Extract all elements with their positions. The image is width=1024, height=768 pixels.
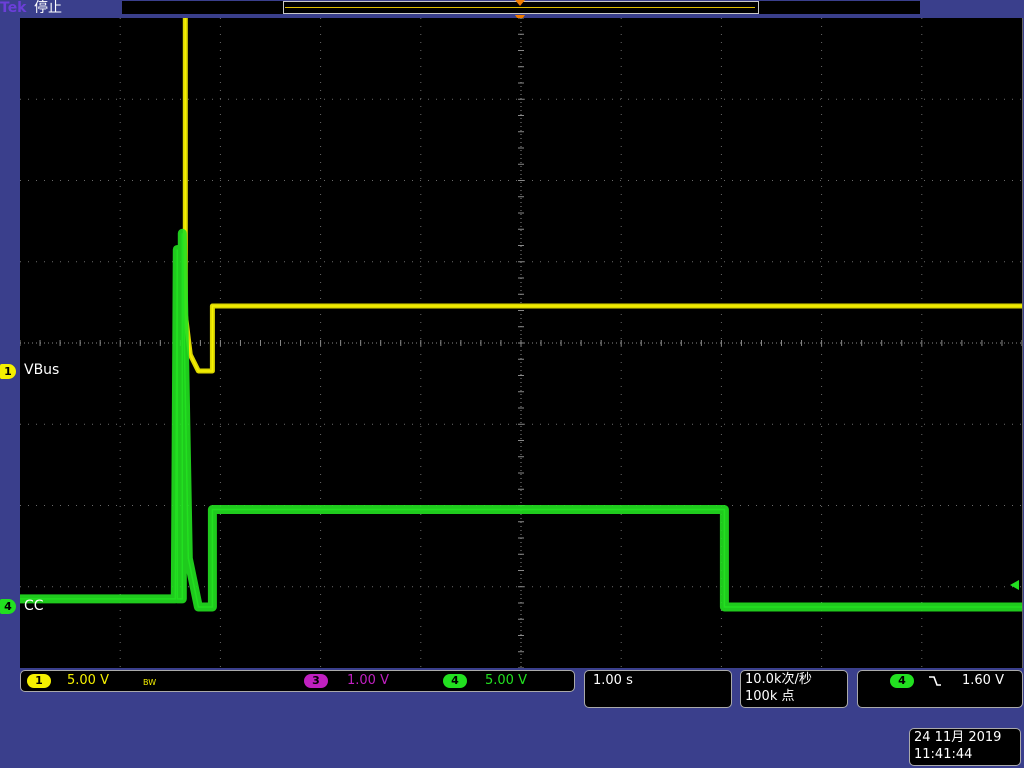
ch4-trace-label: CC (24, 598, 44, 614)
ch3-scale[interactable]: 1.00 V (347, 673, 389, 689)
graticule (20, 18, 1022, 668)
trigger-level[interactable]: 1.60 V (962, 673, 1004, 689)
ch4-ground-marker[interactable]: 4 (0, 599, 16, 614)
sample-rate: 10.0k次/秒 (745, 672, 812, 687)
trigger-source-indicator[interactable]: 4 (890, 674, 914, 688)
trigger-level-icon[interactable] (1010, 580, 1019, 590)
acquisition-state: 停止 (34, 0, 62, 16)
ch1-bandwidth-limit-badge: BW (143, 678, 157, 687)
ch4-indicator[interactable]: 4 (443, 674, 467, 688)
ch4-scale[interactable]: 5.00 V (485, 673, 527, 689)
brand-logo: Tek (0, 0, 27, 16)
ch1-trace-label: VBus (24, 362, 60, 378)
waveform-display[interactable] (20, 18, 1023, 668)
record-waveform-preview (285, 7, 755, 8)
vertical-settings-panel[interactable]: 1 5.00 V BW 3 1.00 V 4 5.00 V (20, 670, 575, 692)
status-bar: Tek 停止 (0, 0, 1024, 22)
timebase-panel[interactable]: 1.00 s (584, 670, 732, 708)
ch1-indicator[interactable]: 1 (27, 674, 51, 688)
record-length: 100k 点 (745, 689, 795, 704)
date-text: 24 11月 2019 (914, 730, 1002, 745)
ch3-indicator[interactable]: 3 (304, 674, 328, 688)
horizontal-scale[interactable]: 1.00 s (593, 673, 633, 689)
falling-edge-icon (929, 676, 941, 686)
time-text: 11:41:44 (914, 747, 973, 762)
ch1-scale[interactable]: 5.00 V (67, 673, 109, 689)
datetime-panel: 24 11月 2019 11:41:44 (909, 728, 1021, 766)
trigger-position-top-icon (515, 0, 525, 6)
trigger-panel[interactable]: 4 1.60 V (857, 670, 1023, 708)
ch1-ground-marker[interactable]: 1 (0, 364, 16, 379)
acquisition-panel[interactable]: 10.0k次/秒 100k 点 (740, 670, 848, 708)
